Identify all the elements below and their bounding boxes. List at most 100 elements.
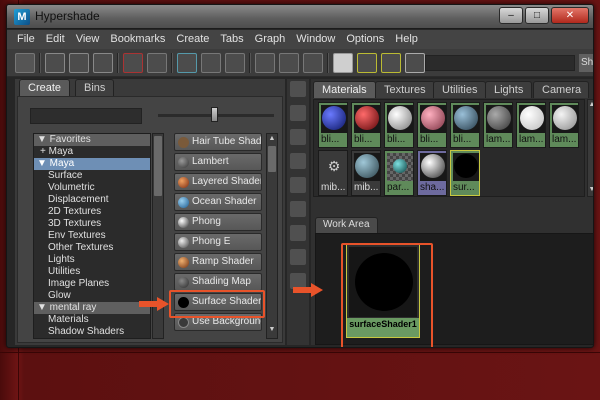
- material-swatch[interactable]: sha...: [417, 150, 447, 196]
- tree-item-favorites[interactable]: ▼ Favorites: [34, 134, 150, 146]
- layout-split-icon[interactable]: [93, 53, 113, 73]
- output-connections-icon[interactable]: [303, 53, 323, 73]
- tree-item-maya[interactable]: ▼ Maya: [34, 158, 150, 170]
- menu-options[interactable]: Options: [342, 30, 391, 49]
- scroll-down-icon[interactable]: ▼: [588, 186, 593, 194]
- toggle-panel-icon[interactable]: [15, 53, 35, 73]
- tree-item-other-textures[interactable]: Other Textures: [34, 242, 150, 254]
- tree-item-2d-textures[interactable]: 2D Textures: [34, 206, 150, 218]
- tree-scroll-thumb[interactable]: [154, 136, 162, 196]
- material-swatch-surface-shader[interactable]: sur...: [450, 150, 480, 196]
- show-attributes-icon[interactable]: [381, 53, 401, 73]
- swatch-label: bli...: [354, 134, 373, 145]
- shader-layered[interactable]: Layered Shader: [174, 173, 262, 191]
- layout-top-icon[interactable]: [45, 53, 65, 73]
- slider-thumb[interactable]: [211, 107, 218, 122]
- filter-input[interactable]: [30, 108, 142, 124]
- tree-item-displacement[interactable]: Displacement: [34, 194, 150, 206]
- scroll-up-icon[interactable]: ▲: [268, 135, 276, 143]
- tab-bins[interactable]: Bins: [75, 79, 115, 96]
- swatch-preview: [519, 105, 545, 133]
- material-swatch[interactable]: lam...: [516, 102, 546, 148]
- menu-edit[interactable]: Edit: [42, 30, 72, 49]
- shader-scroll-thumb[interactable]: [268, 146, 276, 172]
- title-bar[interactable]: M Hypershade – □ ✕: [7, 5, 593, 29]
- menu-graph[interactable]: Graph: [251, 30, 293, 49]
- graph-network-icon[interactable]: [123, 53, 143, 73]
- shader-scrollbar[interactable]: ▲ ▼: [266, 133, 278, 339]
- panel-icon[interactable]: [290, 81, 306, 97]
- material-swatch[interactable]: bli...: [351, 102, 381, 148]
- tab-textures[interactable]: Textures: [375, 81, 435, 98]
- maximize-button[interactable]: □: [525, 7, 549, 24]
- panel-icon[interactable]: [290, 105, 306, 121]
- shader-hair-tube[interactable]: Hair Tube Shader: [174, 133, 262, 151]
- tree-item-shadow-shaders[interactable]: Shadow Shaders: [34, 326, 150, 338]
- menu-file[interactable]: File: [13, 30, 42, 49]
- panel-icon[interactable]: [290, 249, 306, 265]
- material-swatch[interactable]: lam...: [549, 102, 579, 148]
- layout-bottom-icon[interactable]: [69, 53, 89, 73]
- menu-view[interactable]: View: [72, 30, 107, 49]
- panel-icon[interactable]: [290, 153, 306, 169]
- tree-item-volumetric[interactable]: Volumetric: [34, 182, 150, 194]
- toolbar-overflow-button[interactable]: Sh: [579, 54, 593, 72]
- clear-graph-icon[interactable]: [177, 53, 197, 73]
- panel-icon[interactable]: [290, 177, 306, 193]
- attribute-view-icon[interactable]: [357, 53, 377, 73]
- tree-item-lights[interactable]: Lights: [34, 254, 150, 266]
- material-swatch[interactable]: bli...: [450, 102, 480, 148]
- toolbar-search-field[interactable]: [425, 55, 575, 71]
- tree-item-utilities[interactable]: Utilities: [34, 266, 150, 278]
- swatch-label: bli...: [387, 134, 406, 145]
- layered-shader-icon: [178, 177, 189, 188]
- material-swatch[interactable]: bli...: [384, 102, 414, 148]
- tree-item-maya-favorites[interactable]: + Maya: [34, 146, 150, 158]
- minimize-button[interactable]: –: [499, 7, 523, 24]
- tree-item-materials[interactable]: Materials: [34, 314, 150, 326]
- tree-item-3d-textures[interactable]: 3D Textures: [34, 218, 150, 230]
- input-connections-icon[interactable]: [255, 53, 275, 73]
- graph-grid-icon[interactable]: [147, 53, 167, 73]
- tree-item-surface[interactable]: Surface: [34, 170, 150, 182]
- panel-icon[interactable]: [290, 201, 306, 217]
- menu-tabs[interactable]: Tabs: [216, 30, 250, 49]
- material-swatch[interactable]: bli...: [417, 102, 447, 148]
- menu-bookmarks[interactable]: Bookmarks: [106, 30, 172, 49]
- tab-cameras[interactable]: Camera: [533, 81, 589, 98]
- panel-icon[interactable]: [290, 129, 306, 145]
- tree-item-image-planes[interactable]: Image Planes: [34, 278, 150, 290]
- tree-item-mental-ray[interactable]: ▼ mental ray: [34, 302, 150, 314]
- scroll-up-icon[interactable]: ▲: [588, 101, 593, 109]
- shader-ocean[interactable]: Ocean Shader: [174, 193, 262, 211]
- tab-lights[interactable]: Lights: [485, 81, 533, 98]
- menu-window[interactable]: Window: [292, 30, 342, 49]
- dual-view-icon[interactable]: [405, 53, 425, 73]
- shader-shading-map[interactable]: Shading Map: [174, 273, 262, 291]
- close-button[interactable]: ✕: [551, 7, 589, 24]
- material-swatch[interactable]: par...: [384, 150, 414, 196]
- shader-lambert[interactable]: Lambert: [174, 153, 262, 171]
- panel-icon[interactable]: [290, 225, 306, 241]
- material-swatch[interactable]: lam...: [483, 102, 513, 148]
- material-swatch[interactable]: mib...: [351, 150, 381, 196]
- material-swatch[interactable]: bli...: [318, 102, 348, 148]
- tab-create[interactable]: Create: [19, 79, 71, 96]
- shader-phong[interactable]: Phong: [174, 213, 262, 231]
- rearrange-graph-icon[interactable]: [201, 53, 221, 73]
- menu-help[interactable]: Help: [391, 30, 425, 49]
- swatch-toggle-icon[interactable]: [333, 53, 353, 73]
- shader-ramp[interactable]: Ramp Shader: [174, 253, 262, 271]
- tree-item-env-textures[interactable]: Env Textures: [34, 230, 150, 242]
- tab-materials[interactable]: Materials: [313, 81, 376, 98]
- graph-materials-icon[interactable]: [225, 53, 245, 73]
- tab-work-area[interactable]: Work Area: [315, 217, 378, 233]
- menu-create[interactable]: Create: [172, 30, 216, 49]
- materials-scrollbar[interactable]: ▲ ▼: [587, 99, 593, 197]
- material-swatch[interactable]: ⚙ mib...: [318, 150, 348, 196]
- scroll-down-icon[interactable]: ▼: [268, 326, 276, 334]
- shader-phong-e[interactable]: Phong E: [174, 233, 262, 251]
- tab-utilities[interactable]: Utilities: [433, 81, 487, 98]
- io-connections-icon[interactable]: [279, 53, 299, 73]
- tree-item-glow[interactable]: Glow: [34, 290, 150, 302]
